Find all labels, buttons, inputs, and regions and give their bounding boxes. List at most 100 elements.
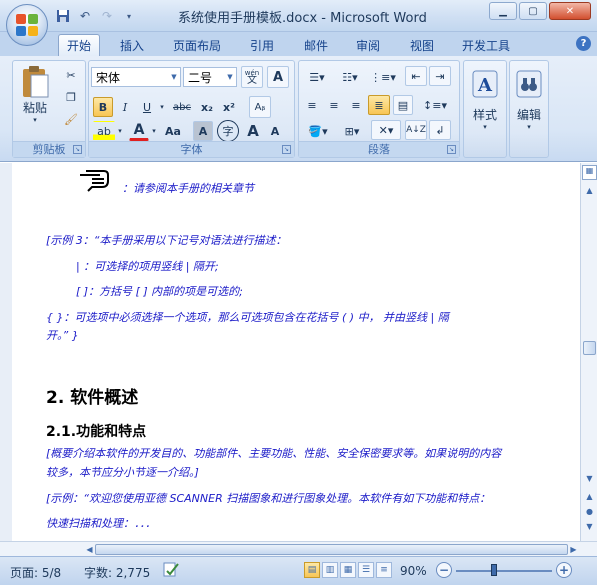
- tab-home[interactable]: 开始: [58, 34, 101, 56]
- vertical-scrollbar[interactable]: ▦ ▲ ▼ ▲ ● ▼: [580, 163, 597, 541]
- tab-developer[interactable]: 开发工具: [454, 34, 518, 56]
- distributed-button[interactable]: ▤: [393, 95, 413, 115]
- grow-font-button[interactable]: A: [243, 121, 263, 141]
- font-color-dropdown-icon[interactable]: ▾: [149, 121, 159, 141]
- help-icon[interactable]: ?: [576, 36, 591, 51]
- tab-page-layout[interactable]: 页面布局: [165, 34, 229, 56]
- previous-page-icon[interactable]: ▲: [582, 489, 597, 504]
- zoom-slider-track[interactable]: [456, 570, 552, 572]
- line-spacing-button[interactable]: ↕≡▾: [419, 95, 451, 115]
- font-color-button[interactable]: A: [129, 121, 149, 141]
- zoom-in-icon[interactable]: +: [556, 562, 572, 578]
- proofing-icon[interactable]: [162, 561, 180, 582]
- close-button[interactable]: ✕: [549, 2, 591, 20]
- font-launcher-icon[interactable]: ↘: [282, 145, 291, 154]
- decrease-indent-button[interactable]: ⇤: [405, 66, 427, 86]
- editing-label: 编辑: [516, 108, 541, 122]
- align-right-button[interactable]: ≡: [346, 95, 366, 115]
- tab-mailings[interactable]: 邮件: [296, 34, 336, 56]
- font-size-dropdown-icon[interactable]: ▼: [224, 68, 236, 86]
- select-browse-object-icon[interactable]: ●: [582, 504, 597, 519]
- doc-line-p2: 较多，本节应分小节逐一介绍。]: [46, 466, 199, 479]
- underline-button[interactable]: U: [137, 97, 157, 117]
- redo-icon[interactable]: ↷: [98, 7, 116, 25]
- doc-line-brace2: 开。” }: [46, 329, 79, 342]
- paste-button[interactable]: 粘贴 ▾: [15, 63, 55, 125]
- tab-review[interactable]: 审阅: [348, 34, 388, 56]
- heading-software-overview: 2. 软件概述: [46, 388, 139, 408]
- copy-button[interactable]: ❐: [61, 87, 81, 107]
- zoom-level[interactable]: 90%: [400, 564, 427, 578]
- shrink-font-button[interactable]: A: [265, 121, 285, 141]
- bold-button[interactable]: B: [93, 97, 113, 117]
- status-bar: 页面: 5/8 字数: 2,775 ▤ ▥ ▦ ☰ ≡ 90% − +: [0, 556, 597, 585]
- full-screen-reading-view-icon[interactable]: ▥: [322, 562, 338, 578]
- print-layout-view-icon[interactable]: ▤: [304, 562, 320, 578]
- font-size-combo[interactable]: 二号 ▼: [183, 67, 237, 87]
- vertical-scroll-thumb[interactable]: [583, 341, 596, 355]
- styles-button[interactable]: A 样式 ▾: [466, 65, 504, 155]
- document-area[interactable]: ：请参阅本手册的相关章节 [示例 3：“本手册采用以下记号对语法进行描述： | …: [0, 163, 597, 541]
- align-center-button[interactable]: ≡: [324, 95, 344, 115]
- maximize-button[interactable]: ▢: [519, 2, 547, 20]
- italic-button[interactable]: I: [115, 97, 135, 117]
- tab-view[interactable]: 视图: [402, 34, 442, 56]
- undo-icon[interactable]: ↶: [76, 7, 94, 25]
- web-layout-view-icon[interactable]: ▦: [340, 562, 356, 578]
- paste-label: 粘贴: [22, 100, 47, 115]
- horizontal-scroll-thumb[interactable]: [95, 544, 568, 555]
- sort-button[interactable]: A↓Z: [405, 120, 427, 140]
- character-shading-button[interactable]: A: [193, 121, 213, 141]
- minimize-button[interactable]: ▁: [489, 2, 517, 20]
- font-name-combo[interactable]: 宋体 ▼: [91, 67, 181, 87]
- shading-button[interactable]: 🪣▾: [302, 121, 334, 141]
- change-case-button[interactable]: Aa: [161, 121, 185, 141]
- office-button[interactable]: [6, 4, 48, 46]
- zoom-out-icon[interactable]: −: [436, 562, 452, 578]
- editing-button[interactable]: 编辑 ▾: [511, 65, 547, 155]
- multilevel-list-button[interactable]: ⋮≡▾: [368, 67, 398, 87]
- borders-button[interactable]: ⊞▾: [337, 121, 367, 141]
- save-icon[interactable]: [54, 7, 72, 25]
- character-border-button[interactable]: A: [267, 66, 289, 88]
- scroll-right-icon[interactable]: ▶: [566, 542, 581, 557]
- highlight-dropdown-icon[interactable]: ▾: [115, 121, 125, 141]
- font-group-label: 字体: [89, 141, 294, 157]
- pilcrow-icon: ↲: [435, 123, 445, 137]
- next-page-icon[interactable]: ▼: [582, 519, 597, 534]
- styles-icon: A: [472, 70, 498, 98]
- justify-button[interactable]: ≣: [368, 95, 390, 115]
- customize-icon[interactable]: ▾: [120, 7, 138, 25]
- cut-button[interactable]: ✂: [61, 65, 81, 85]
- enclose-characters-button[interactable]: 字: [217, 120, 239, 142]
- asian-layout-button[interactable]: ✕▾: [371, 120, 401, 140]
- phonetic-guide-button[interactable]: wén 文: [241, 66, 263, 88]
- clipboard-launcher-icon[interactable]: ↘: [73, 145, 82, 154]
- increase-indent-button[interactable]: ⇥: [429, 66, 451, 86]
- bullets-button[interactable]: ☰▾: [302, 67, 332, 87]
- show-marks-button[interactable]: ↲: [429, 120, 451, 140]
- align-left-button[interactable]: ≡: [302, 95, 322, 115]
- font-name-dropdown-icon[interactable]: ▼: [168, 68, 180, 86]
- outline-view-icon[interactable]: ☰: [358, 562, 374, 578]
- scroll-up-icon[interactable]: ▲: [582, 183, 597, 198]
- multilevel-list-icon: ⋮≡▾: [370, 70, 396, 84]
- page-indicator[interactable]: 页面: 5/8: [10, 564, 61, 581]
- zoom-slider-knob[interactable]: [491, 564, 497, 576]
- strikethrough-button[interactable]: abc: [169, 97, 195, 117]
- tab-insert[interactable]: 插入: [112, 34, 152, 56]
- word-count[interactable]: 字数: 2,775: [84, 564, 150, 581]
- underline-dropdown-icon[interactable]: ▾: [157, 97, 167, 117]
- paragraph-launcher-icon[interactable]: ↘: [447, 145, 456, 154]
- clear-formatting-button[interactable]: Aᵦ: [249, 96, 271, 118]
- subscript-button[interactable]: x₂: [197, 97, 217, 117]
- tab-references[interactable]: 引用: [242, 34, 282, 56]
- numbering-button[interactable]: ☷▾: [335, 67, 365, 87]
- highlight-button[interactable]: ab: [93, 121, 115, 141]
- draft-view-icon[interactable]: ≡: [376, 562, 392, 578]
- format-painter-button[interactable]: 🖌: [61, 109, 81, 129]
- superscript-button[interactable]: x²: [219, 97, 239, 117]
- horizontal-scrollbar[interactable]: ◀ ▶: [0, 541, 597, 556]
- scroll-down-icon[interactable]: ▼: [582, 471, 597, 486]
- ruler-toggle-icon[interactable]: ▦: [582, 165, 597, 180]
